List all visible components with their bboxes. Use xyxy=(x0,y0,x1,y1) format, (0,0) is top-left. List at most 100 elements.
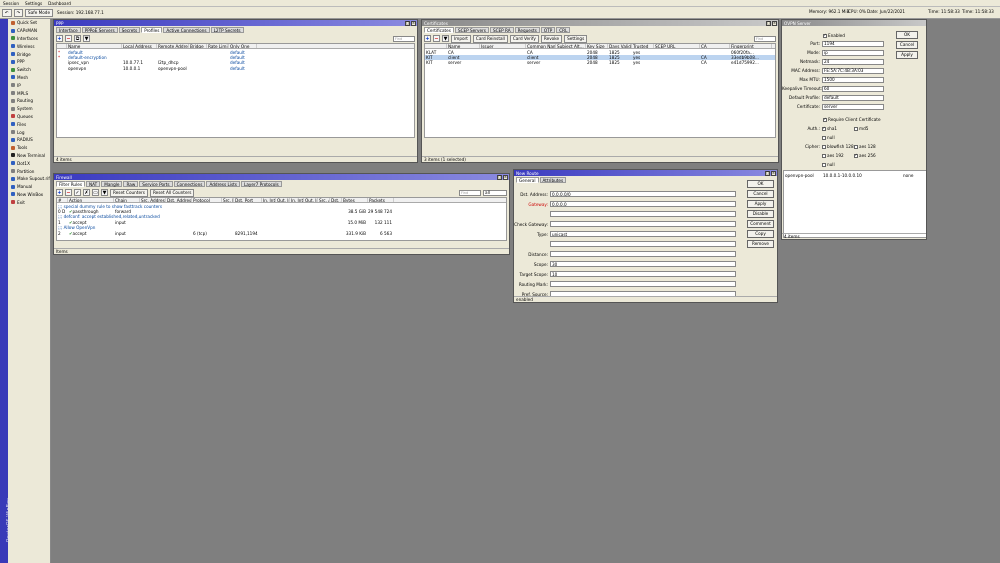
distance-field[interactable] xyxy=(550,251,736,257)
sidebar-item-log[interactable]: Log xyxy=(0,128,51,136)
sidebar-item-tools[interactable]: Tools xyxy=(0,144,51,152)
remove-icon[interactable]: − xyxy=(65,189,72,196)
cert-tab-requests[interactable]: Requests xyxy=(514,27,540,33)
mac-address-field[interactable]: FE:5A:7C:4B:3A:03 xyxy=(822,67,884,74)
column-header[interactable]: Src. Address xyxy=(140,198,166,203)
sidebar-item-quick-set[interactable]: Quick Set xyxy=(0,19,51,27)
sidebar-item-mpls[interactable]: MPLS xyxy=(0,89,51,97)
null-checkbox[interactable]: null xyxy=(822,135,854,140)
extra-field[interactable] xyxy=(550,241,736,247)
sidebar-item-dot1x[interactable]: Dot1X xyxy=(0,159,51,167)
column-header[interactable]: Bytes xyxy=(342,198,368,203)
maximize-icon[interactable]: □ xyxy=(405,20,410,26)
column-header[interactable]: Src. Ad... xyxy=(318,198,330,203)
column-header[interactable]: Out. Int... xyxy=(304,198,318,203)
maximize-icon[interactable]: □ xyxy=(766,20,771,26)
fw-tab-nat[interactable]: NAT xyxy=(86,181,101,187)
column-header[interactable]: Remote Address xyxy=(157,44,189,49)
find-input[interactable]: Find xyxy=(754,35,776,42)
column-header[interactable]: Dst. Port xyxy=(234,198,262,203)
cancel-button[interactable]: Cancel xyxy=(896,41,918,49)
firewall-title-bar[interactable]: Firewall □ × xyxy=(54,174,509,180)
column-header[interactable]: Name xyxy=(447,44,480,49)
filter-icon[interactable]: ▼ xyxy=(442,35,449,42)
mode-field[interactable]: ip xyxy=(822,49,884,56)
find-input[interactable]: Find xyxy=(393,35,415,42)
cert-tab-crl[interactable]: CRL xyxy=(556,27,571,33)
sidebar-item-interfaces[interactable]: Interfaces xyxy=(0,35,51,43)
ppp-title-bar[interactable]: PPP □ × xyxy=(54,20,417,26)
column-header[interactable]: Fingerprint xyxy=(730,44,772,49)
netmask-field[interactable]: 24 xyxy=(822,58,884,65)
add-icon[interactable]: + xyxy=(56,35,63,42)
column-header[interactable]: CA xyxy=(700,44,730,49)
sidebar-item-switch[interactable]: Switch xyxy=(0,66,51,74)
cert-tab-scep-servers[interactable]: SCEP Servers xyxy=(454,27,489,33)
sidebar-item-routing[interactable]: Routing xyxy=(0,97,51,105)
fw-tab-layer7-protocols[interactable]: Layer7 Protocols xyxy=(240,181,282,187)
card-verify-button[interactable]: Card Verify xyxy=(509,34,539,43)
keepalive-timeout-field[interactable]: 60 xyxy=(822,85,884,92)
column-header[interactable]: Name xyxy=(67,44,122,49)
find-input[interactable]: Find xyxy=(459,189,481,196)
require-client-cert-checkbox[interactable]: ✓ Require Client Certificate xyxy=(823,115,881,124)
column-header[interactable]: Days Valid xyxy=(608,44,632,49)
column-header[interactable]: Rate Limi... xyxy=(207,44,229,49)
blowfish-128-checkbox[interactable]: blowfish 128 xyxy=(822,144,854,149)
sidebar-item-exit[interactable]: Exit xyxy=(0,198,51,206)
apply-button[interactable]: Apply xyxy=(747,200,774,208)
remove-icon[interactable]: − xyxy=(65,35,72,42)
sidebar-item-wireless[interactable]: Wireless xyxy=(0,42,51,50)
safe-mode-button[interactable]: Safe Mode xyxy=(25,8,54,17)
undo-button[interactable]: ↶ xyxy=(2,8,12,17)
column-header[interactable]: Packets xyxy=(368,198,394,203)
certificate-field[interactable]: server xyxy=(822,103,884,110)
fw-tab-connections[interactable]: Connections xyxy=(173,181,206,187)
ppp-tab-active-connections[interactable]: Active Connections xyxy=(163,27,210,33)
column-header[interactable]: # xyxy=(57,198,68,203)
target-scope-field[interactable]: 10 xyxy=(550,271,736,277)
copy-button[interactable]: Copy xyxy=(747,230,774,238)
route-tab-attributes[interactable]: Attributes xyxy=(539,177,567,183)
disable-icon[interactable]: ✗ xyxy=(83,189,90,196)
fw-tab-service-ports[interactable]: Service Ports xyxy=(139,181,173,187)
null-checkbox[interactable]: null xyxy=(822,162,854,167)
table-row[interactable]: openvpn 10.0.0.1 openvpn-pool default xyxy=(57,66,414,71)
table-row[interactable]: KIT server server 2048 1825 yes CA e41d75992... xyxy=(425,60,775,65)
close-icon[interactable]: × xyxy=(503,174,508,180)
column-header[interactable]: Action xyxy=(68,198,114,203)
cancel-button[interactable]: Cancel xyxy=(747,190,774,198)
ppp-tab-interface[interactable]: Interface xyxy=(56,27,81,33)
sidebar-item-mesh[interactable]: Mesh xyxy=(0,74,51,82)
apply-button[interactable]: Apply xyxy=(896,51,918,59)
chain-filter-select[interactable]: all xyxy=(483,189,507,196)
sidebar-item-bridge[interactable]: Bridge xyxy=(0,50,51,58)
sidebar-item-system[interactable]: System xyxy=(0,105,51,113)
comment-icon[interactable]: ▭ xyxy=(92,189,99,196)
table-row[interactable]: 2 ✔ accept input 6 (tcp) 8291,1194 331.9 KiB 6… xyxy=(57,230,506,236)
import-button[interactable]: Import xyxy=(451,34,471,43)
revoke-button[interactable]: Revoke xyxy=(540,34,563,43)
column-header[interactable]: Local Address xyxy=(122,44,157,49)
maximize-icon[interactable]: □ xyxy=(765,170,770,176)
fw-tab-mangle[interactable]: Mangle xyxy=(101,181,123,187)
sidebar-item-ip[interactable]: IP xyxy=(0,81,51,89)
reset-all-counters-button[interactable]: Reset All Counters xyxy=(149,188,195,197)
remove-icon[interactable]: − xyxy=(433,35,440,42)
maximize-icon[interactable]: □ xyxy=(497,174,502,180)
comment-button[interactable]: Comment xyxy=(747,220,774,228)
column-header[interactable] xyxy=(425,44,447,49)
menu-session[interactable]: Session xyxy=(3,1,19,6)
menu-settings[interactable]: Settings xyxy=(25,1,42,6)
ppp-tab-secrets[interactable]: Secrets xyxy=(118,27,141,33)
sidebar-item-new-terminal[interactable]: New Terminal xyxy=(0,152,51,160)
cert-tab-otp[interactable]: OTP xyxy=(540,27,556,33)
route-tab-general[interactable]: General xyxy=(516,177,539,183)
gateway-field[interactable]: 0.0.0.0 xyxy=(550,201,736,207)
routing-mark-field[interactable] xyxy=(550,281,736,287)
remove-button[interactable]: Remove xyxy=(747,240,774,248)
copy-icon[interactable]: ⧉ xyxy=(74,35,81,42)
ok-button[interactable]: OK xyxy=(747,180,774,188)
certificates-title-bar[interactable]: Certificates □ × xyxy=(422,20,778,26)
fw-tab-filter-rules[interactable]: Filter Rules xyxy=(56,181,85,187)
